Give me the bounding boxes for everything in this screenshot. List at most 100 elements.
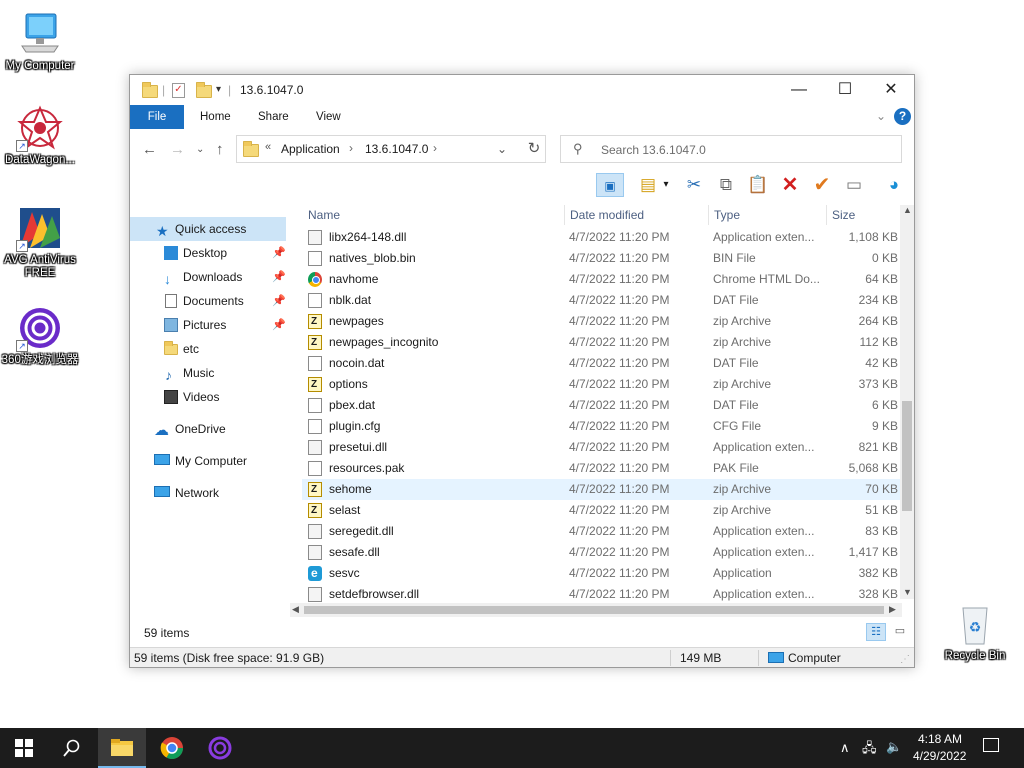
- breadcrumb-application[interactable]: Application: [281, 142, 340, 156]
- file-row[interactable]: natives_blob.bin 4/7/2022 11:20 PM BIN Fil…: [302, 248, 900, 269]
- file-row[interactable]: libx264-148.dll 4/7/2022 11:20 PM Applicat…: [302, 227, 900, 248]
- scroll-down-arrow-icon[interactable]: ▼: [903, 587, 912, 597]
- nav-item-downloads[interactable]: ↓ Downloads 📌: [130, 265, 286, 289]
- tab-home[interactable]: Home: [190, 105, 241, 129]
- scroll-right-arrow-icon[interactable]: ▶: [889, 604, 896, 615]
- scroll-up-arrow-icon[interactable]: ▲: [903, 205, 912, 215]
- file-row[interactable]: newpages_incognito 4/7/2022 11:20 PM zip A…: [302, 332, 900, 353]
- column-header-size[interactable]: Size: [826, 205, 900, 225]
- file-row[interactable]: options 4/7/2022 11:20 PM zip Archive 373 K…: [302, 374, 900, 395]
- help-icon[interactable]: ?: [894, 108, 911, 125]
- nav-item-etc[interactable]: etc: [130, 337, 286, 361]
- breadcrumb-current[interactable]: 13.6.1047.0: [365, 142, 428, 156]
- dropdown-arrow-icon[interactable]: ▾: [660, 173, 672, 197]
- file-row[interactable]: presetui.dll 4/7/2022 11:20 PM Application…: [302, 437, 900, 458]
- file-row[interactable]: sesafe.dll 4/7/2022 11:20 PM Application e…: [302, 542, 900, 563]
- desktop-icon-avg[interactable]: ↗ AVG AntiVirus FREE: [0, 204, 80, 280]
- large-icons-view-button[interactable]: ▭: [890, 623, 910, 641]
- nav-item-documents[interactable]: Documents 📌: [130, 289, 286, 313]
- nav-item-desktop[interactable]: Desktop 📌: [130, 241, 286, 265]
- start-button[interactable]: [0, 728, 48, 768]
- horizontal-scrollbar[interactable]: ◀ ▶: [290, 603, 902, 617]
- taskbar-file-explorer[interactable]: [98, 728, 146, 768]
- properties-icon[interactable]: ▭: [842, 173, 866, 197]
- up-button[interactable]: ↑: [216, 141, 224, 158]
- nav-item-label: Pictures: [183, 318, 227, 332]
- delete-icon[interactable]: ✕: [778, 173, 802, 197]
- nav-item-videos[interactable]: Videos: [130, 385, 286, 409]
- breadcrumb-overflow[interactable]: «: [265, 141, 271, 153]
- file-row[interactable]: plugin.cfg 4/7/2022 11:20 PM CFG File 9 KB: [302, 416, 900, 437]
- search-input[interactable]: Search 13.6.1047.0: [601, 143, 706, 157]
- file-name: presetui.dll: [329, 440, 388, 454]
- rename-check-icon[interactable]: ✔: [810, 173, 834, 197]
- nav-item-onedrive[interactable]: ☁ OneDrive: [130, 417, 286, 441]
- volume-icon[interactable]: 🔈: [886, 739, 902, 755]
- properties-icon[interactable]: ✓: [172, 83, 185, 98]
- nav-item-pictures[interactable]: Pictures 📌: [130, 313, 286, 337]
- clock-date[interactable]: 4/29/2022: [913, 749, 966, 763]
- column-header-name[interactable]: Name: [308, 205, 558, 225]
- address-dropdown-icon[interactable]: ⌄: [497, 142, 507, 156]
- back-button[interactable]: ←: [142, 141, 157, 158]
- search-button[interactable]: [48, 728, 96, 768]
- taskbar-chrome[interactable]: [148, 728, 196, 768]
- file-row[interactable]: nblk.dat 4/7/2022 11:20 PM DAT File 234 KB: [302, 290, 900, 311]
- file-type: DAT File: [713, 398, 759, 412]
- column-header-date[interactable]: Date modified: [564, 205, 704, 225]
- refresh-button[interactable]: ↻: [522, 137, 546, 161]
- vertical-scrollbar[interactable]: ▲ ▼: [900, 205, 914, 599]
- recent-locations-button[interactable]: ⌄: [196, 144, 204, 155]
- network-status-icon[interactable]: 🖧: [862, 739, 877, 761]
- file-row[interactable]: sesvc 4/7/2022 11:20 PM Application 382 KB: [302, 563, 900, 584]
- nav-item-quick-access[interactable]: ★ Quick access: [130, 217, 286, 241]
- file-row[interactable]: nocoin.dat 4/7/2022 11:20 PM DAT File 42 KB: [302, 353, 900, 374]
- copy-icon[interactable]: ⧉: [714, 173, 738, 197]
- notification-center-icon[interactable]: [983, 738, 999, 752]
- minimize-button[interactable]: —: [776, 75, 822, 105]
- customize-quick-access-icon[interactable]: ▾: [216, 84, 221, 95]
- forward-button[interactable]: →: [170, 141, 185, 158]
- show-hidden-icons-chevron-icon[interactable]: ∧: [840, 740, 850, 756]
- file-row[interactable]: selast 4/7/2022 11:20 PM zip Archive 51 KB: [302, 500, 900, 521]
- close-button[interactable]: ✕: [868, 75, 914, 105]
- maximize-button[interactable]: ☐: [822, 75, 868, 105]
- clock-time[interactable]: 4:18 AM: [918, 732, 962, 746]
- scrollbar-thumb[interactable]: [902, 401, 912, 511]
- desktop-icon-recycle-bin[interactable]: ♻ Recycle Bin: [935, 600, 1015, 663]
- new-item-icon[interactable]: ▤: [636, 173, 660, 197]
- desktop-icon-360-browser[interactable]: ↗ 360游戏浏览器: [0, 304, 80, 367]
- nav-item-music[interactable]: ♪ Music: [130, 361, 286, 385]
- tab-view[interactable]: View: [306, 105, 351, 129]
- file-row[interactable]: navhome 4/7/2022 11:20 PM Chrome HTML Do..…: [302, 269, 900, 290]
- file-row[interactable]: pbex.dat 4/7/2022 11:20 PM DAT File 6 KB: [302, 395, 900, 416]
- taskbar-360-browser[interactable]: [196, 728, 244, 768]
- tab-file[interactable]: File: [130, 105, 184, 129]
- nav-item-network[interactable]: Network: [130, 481, 286, 505]
- file-row[interactable]: setdefbrowser.dll 4/7/2022 11:20 PM Applic…: [302, 584, 900, 605]
- file-row[interactable]: newpages 4/7/2022 11:20 PM zip Archive 264 …: [302, 311, 900, 332]
- scroll-left-arrow-icon[interactable]: ◀: [292, 604, 299, 615]
- file-row[interactable]: resources.pak 4/7/2022 11:20 PM PAK File 5,…: [302, 458, 900, 479]
- preview-pane-icon[interactable]: ▣: [596, 173, 624, 197]
- file-type: zip Archive: [713, 335, 772, 349]
- desktop-icon-datawagon[interactable]: ↗ DataWagon...: [0, 104, 80, 167]
- globe-icon[interactable]: ◕: [882, 173, 906, 197]
- chevron-down-icon[interactable]: ⌄: [876, 109, 886, 123]
- desktop-icon-my-computer[interactable]: My Computer: [0, 10, 80, 73]
- paste-icon[interactable]: 📋: [746, 173, 770, 197]
- file-row[interactable]: sehome 4/7/2022 11:20 PM zip Archive 70 KB: [302, 479, 900, 500]
- tab-share[interactable]: Share: [248, 105, 299, 129]
- new-folder-icon[interactable]: [196, 82, 212, 98]
- resize-grip-icon[interactable]: ⋰: [900, 650, 910, 670]
- address-bar[interactable]: « Application › 13.6.1047.0 › ⌄: [236, 135, 546, 163]
- search-icon: ⚲: [573, 141, 583, 156]
- cut-icon[interactable]: ✂: [682, 173, 706, 197]
- file-row[interactable]: seregedit.dll 4/7/2022 11:20 PM Applicatio…: [302, 521, 900, 542]
- nav-item-my-computer[interactable]: My Computer: [130, 449, 286, 473]
- search-box[interactable]: ⚲ Search 13.6.1047.0: [560, 135, 902, 163]
- scrollbar-thumb[interactable]: [304, 606, 884, 614]
- column-header-type[interactable]: Type: [708, 205, 826, 225]
- details-view-button[interactable]: ☷: [866, 623, 886, 641]
- file-icon: [308, 398, 322, 413]
